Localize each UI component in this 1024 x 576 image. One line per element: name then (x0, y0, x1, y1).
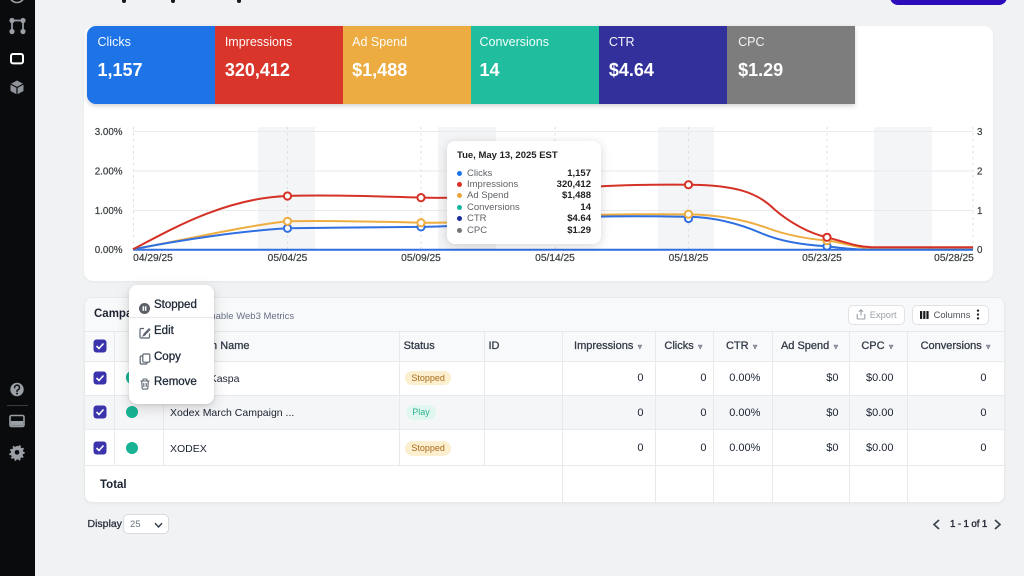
svg-text:05/04/25: 05/04/25 (268, 253, 308, 264)
svg-text:05/23/25: 05/23/25 (802, 253, 842, 264)
svg-text:05/14/25: 05/14/25 (535, 253, 575, 264)
svg-text:0.00%: 0.00% (95, 245, 123, 256)
svg-text:2.00%: 2.00% (95, 167, 123, 178)
svg-text:05/18/25: 05/18/25 (669, 253, 709, 264)
svg-text:04/29/25: 04/29/25 (133, 253, 173, 264)
svg-text:1.00%: 1.00% (95, 206, 123, 217)
svg-text:1: 1 (977, 206, 982, 217)
svg-text:05/28/25: 05/28/25 (934, 253, 974, 264)
svg-text:3: 3 (977, 127, 983, 138)
svg-text:3.00%: 3.00% (95, 127, 123, 138)
svg-text:2: 2 (977, 167, 982, 178)
svg-text:05/09/25: 05/09/25 (401, 253, 441, 264)
svg-text:0: 0 (977, 245, 983, 256)
